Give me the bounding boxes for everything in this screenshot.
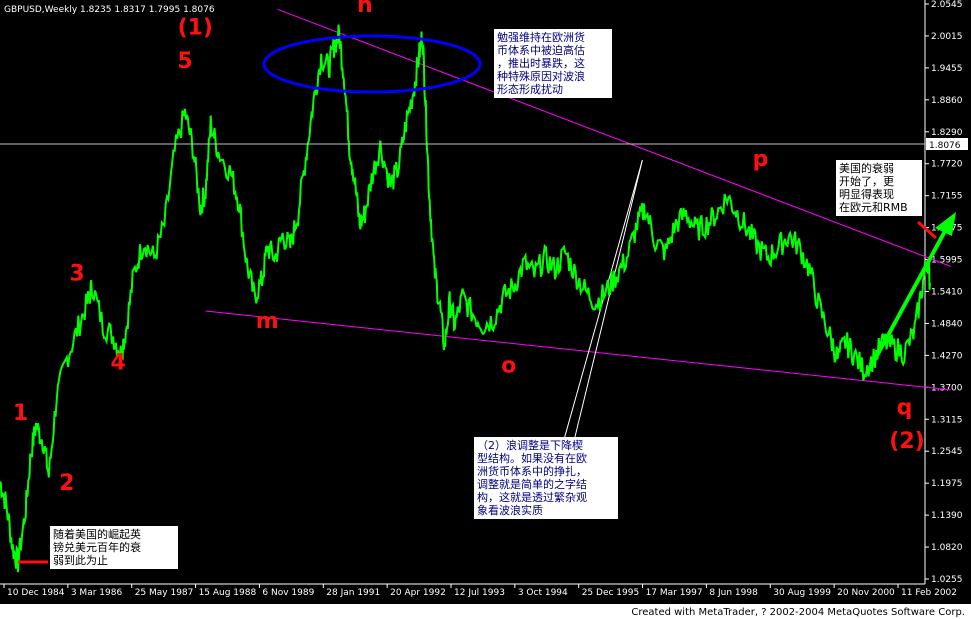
x-tick-label: 8 Jun 1998 [709, 588, 758, 598]
y-tick-label: 1.1390 [931, 511, 963, 521]
x-tick-label: 28 Jan 1991 [326, 588, 380, 598]
credit-text: Created with MetaTrader, ? 2002-2004 Met… [631, 607, 965, 618]
y-tick-label: 1.4840 [931, 319, 963, 329]
x-tick-label: 17 Mar 1997 [646, 588, 703, 598]
x-tick-label: 15 Aug 1988 [199, 588, 257, 598]
x-tick-label: 20 Nov 2000 [837, 588, 895, 598]
y-tick-label: 1.0255 [931, 575, 963, 585]
wave-label: (2) [889, 429, 924, 454]
wave-label: m [256, 309, 279, 334]
y-tick-label: 1.8290 [931, 128, 963, 138]
y-tick-label: 2.0015 [931, 32, 963, 42]
wave-label: 5 [177, 49, 192, 74]
wave-label: 3 [69, 261, 84, 286]
wave-label: n [357, 0, 373, 18]
wave-label: 1 [13, 401, 28, 426]
wave-label: 2 [59, 471, 74, 496]
wave-label: (1) [178, 15, 213, 40]
x-tick-label: 3 Mar 1986 [71, 588, 123, 598]
y-tick-label: 1.8860 [931, 96, 963, 106]
y-tick-label: 1.2545 [931, 447, 963, 457]
x-tick-label: 10 Dec 1984 [7, 588, 65, 598]
wave-label: 4 [111, 351, 126, 376]
y-tick-label: 1.7720 [931, 160, 963, 170]
chart-title: GBPUSD,Weekly 1.8235 1.8317 1.7995 1.807… [4, 5, 215, 15]
middle-annotation: （2）浪调整是下降楔 型结构。如果没有在欧 洲货币体系中的挣扎， 调整就是简单的… [474, 437, 618, 519]
wave-label: q [897, 395, 913, 420]
x-tick-label: 11 Feb 2002 [901, 588, 957, 598]
right-annotation: 美国的衰弱 开始了，更 明显得表现 在欧元和RMB [836, 160, 922, 216]
y-tick-label: 1.4270 [931, 351, 963, 361]
x-tick-label: 3 Oct 1994 [518, 588, 568, 598]
wave-label: o [501, 354, 516, 379]
x-tick-label: 20 Apr 1992 [390, 588, 446, 598]
x-tick-label: 25 Dec 1995 [582, 588, 640, 598]
x-tick-label: 25 May 1987 [135, 588, 194, 598]
y-tick-label: 1.9455 [931, 64, 963, 74]
y-tick-label: 1.7155 [931, 192, 963, 202]
y-tick-label: 1.5410 [931, 288, 963, 298]
x-tick-label: 6 Nov 1989 [262, 588, 314, 598]
y-tick-label: 1.0820 [931, 543, 963, 553]
x-tick-label: 30 Aug 1999 [773, 588, 831, 598]
bottom-annotation: 随着美国的崛起英 镑兑美元百年的衰 弱到此为止 [50, 526, 178, 569]
current-price-label: 1.8076 [929, 141, 961, 151]
x-tick-label: 12 Jul 1993 [454, 588, 505, 598]
top-annotation: 勉强维持在欧洲货 币体系中被迫高估 ，推出时暴跌，这 种特殊原因对波浪 形态形成… [494, 29, 612, 98]
wave-label: p [753, 147, 769, 172]
y-tick-label: 2.0545 [931, 0, 963, 10]
y-tick-label: 1.1975 [931, 479, 963, 489]
y-tick-label: 1.3115 [931, 415, 963, 425]
